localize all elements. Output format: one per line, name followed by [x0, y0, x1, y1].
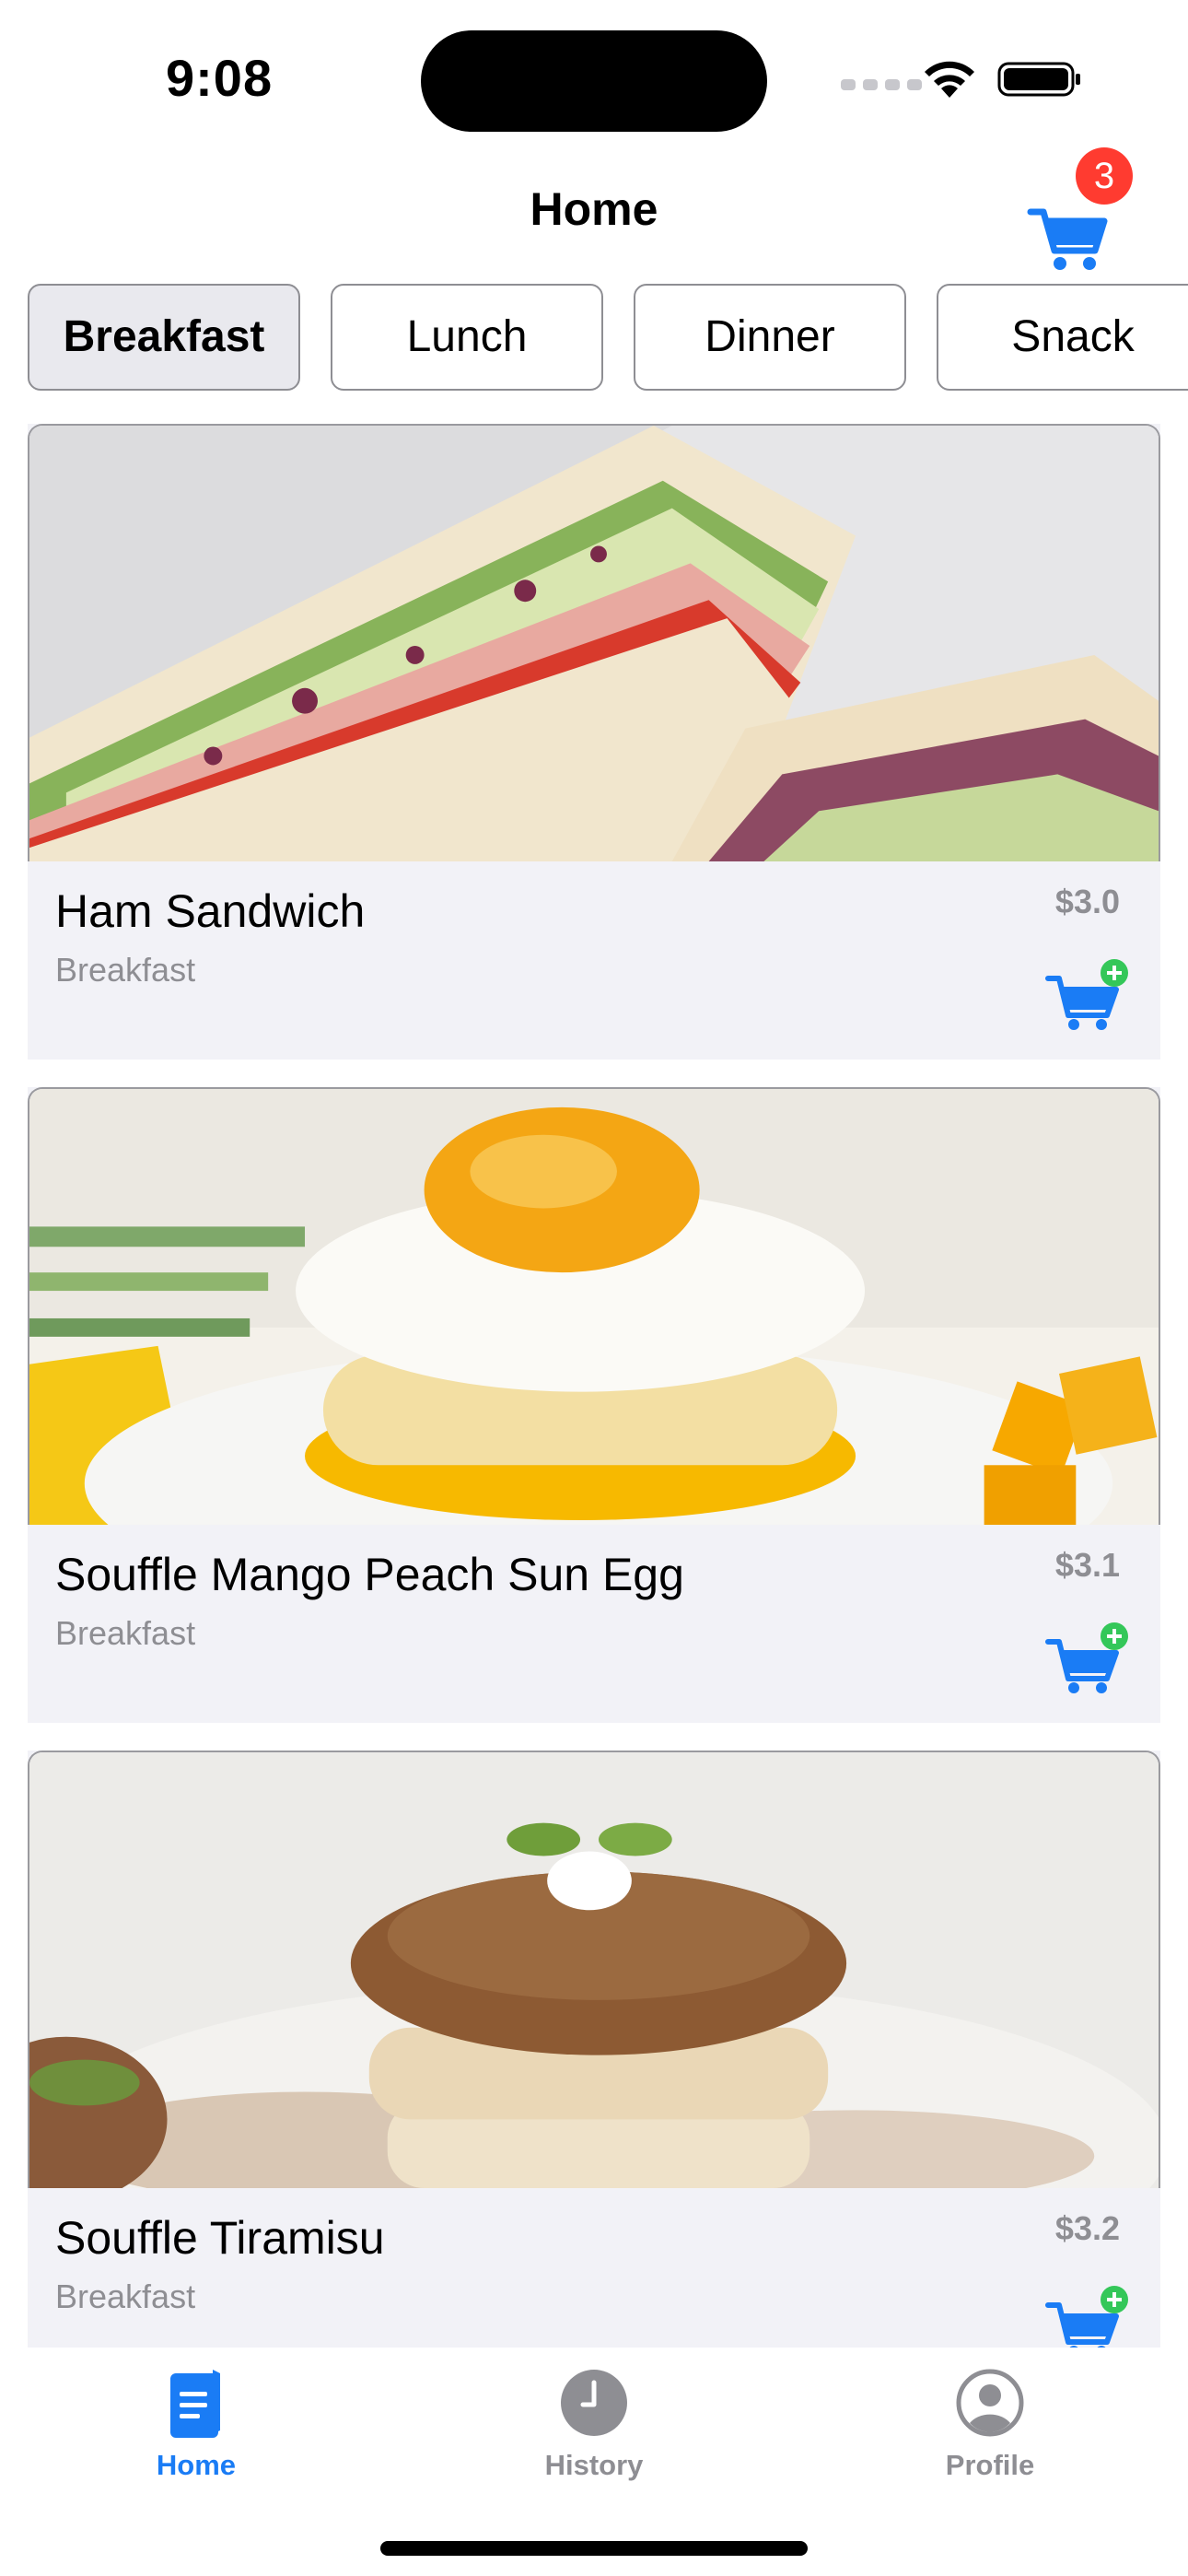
food-name: Ham Sandwich: [55, 885, 366, 937]
cart-badge: 3: [1076, 147, 1133, 205]
category-chip-dinner[interactable]: Dinner: [634, 284, 906, 391]
clock-icon: [561, 2370, 627, 2436]
category-selector: Breakfast Lunch Dinner Snack: [0, 284, 1188, 396]
food-category: Breakfast: [55, 951, 196, 989]
food-image: [28, 1087, 1160, 1525]
tab-label: History: [544, 2449, 644, 2481]
status-time: 9:08: [166, 49, 274, 107]
book-icon: [170, 2370, 220, 2438]
tab-bar: Home History Profile: [0, 2348, 1188, 2576]
category-chip-snack[interactable]: Snack: [937, 284, 1188, 391]
add-to-cart-icon[interactable]: [1044, 2285, 1133, 2348]
battery-icon: [997, 62, 1080, 97]
food-card[interactable]: Souffle Mango Peach Sun Egg Breakfast $3…: [28, 1087, 1160, 1723]
tab-home[interactable]: Home: [81, 2366, 311, 2504]
status-bar: 9:08: [0, 0, 1188, 147]
home-indicator[interactable]: [380, 2541, 808, 2556]
page-title: Home: [530, 183, 658, 235]
tab-profile[interactable]: Profile: [875, 2366, 1105, 2504]
food-price: $3.0: [1054, 883, 1120, 920]
cart-icon[interactable]: [1027, 193, 1110, 276]
food-category: Breakfast: [55, 1614, 196, 1652]
navigation-header: Home: [0, 166, 1188, 270]
food-name: Souffle Mango Peach Sun Egg: [55, 1549, 684, 1600]
tab-label: Home: [156, 2449, 237, 2481]
tab-label: Profile: [945, 2449, 1035, 2481]
person-circle-icon: [956, 2369, 1024, 2437]
add-to-cart-icon[interactable]: [1044, 1622, 1133, 1695]
food-name: Souffle Tiramisu: [55, 2212, 385, 2264]
food-price: $3.1: [1054, 1546, 1120, 1584]
add-to-cart-icon[interactable]: [1044, 958, 1133, 1032]
dynamic-island: [421, 30, 767, 132]
food-image: [28, 424, 1160, 861]
tab-history[interactable]: History: [479, 2366, 709, 2504]
category-chip-lunch[interactable]: Lunch: [331, 284, 603, 391]
food-card[interactable]: Ham Sandwich Breakfast $3.0: [28, 424, 1160, 1060]
food-category: Breakfast: [55, 2277, 196, 2315]
food-card[interactable]: Souffle Tiramisu Breakfast $3.2: [28, 1751, 1160, 2348]
wifi-icon: [925, 61, 974, 98]
cellular-signal-icon: [841, 79, 922, 90]
food-price: $3.2: [1054, 2209, 1120, 2247]
food-image: [28, 1751, 1160, 2188]
category-chip-breakfast[interactable]: Breakfast: [28, 284, 300, 391]
